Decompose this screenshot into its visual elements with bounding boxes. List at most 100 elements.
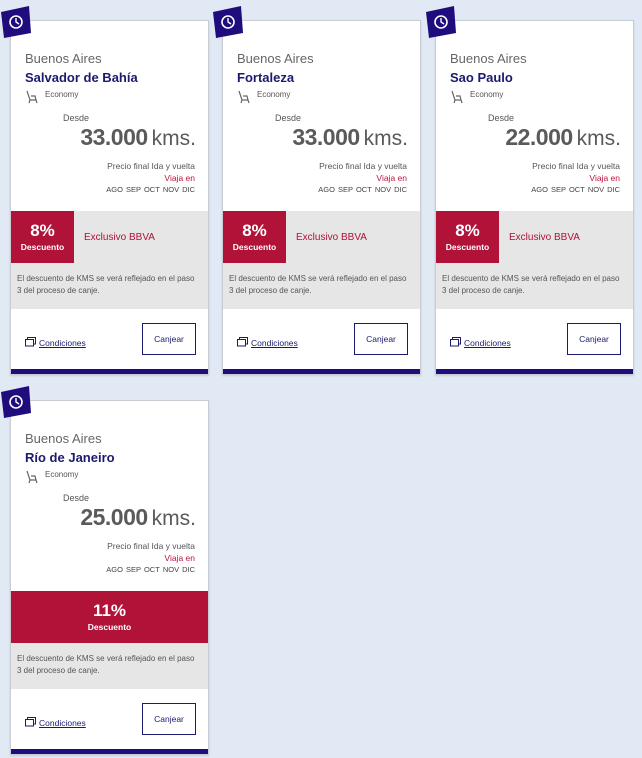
exclusive-label: Exclusivo BBVA — [84, 231, 155, 243]
offer-card-footer: Condiciones Canjear — [223, 309, 420, 369]
price-value: 33.000 — [292, 124, 360, 150]
seat-icon — [450, 89, 465, 109]
card-accent-bar — [436, 369, 633, 374]
month: NOV — [162, 185, 180, 194]
offer-badge-icon — [1, 386, 31, 418]
destination-city: Salvador de Bahía — [25, 70, 138, 85]
price-unit: kms. — [151, 507, 196, 530]
redeem-button[interactable]: Canjear — [567, 323, 621, 355]
price-value: 25.000 — [80, 504, 148, 530]
travel-months: AGO SEP OCT NOV DIC — [315, 185, 407, 194]
discount-row: 8% Descuento Exclusivo BBVA — [11, 211, 208, 263]
conditions-link-label[interactable]: Condiciones — [464, 338, 511, 348]
offer-card-footer: Condiciones Canjear — [11, 309, 208, 369]
document-icon — [450, 334, 464, 352]
origin-city: Buenos Aires — [450, 51, 527, 66]
offer-card-header: Buenos Aires Sao Paulo Economy Desde 22.… — [426, 6, 633, 211]
month: AGO — [106, 565, 123, 574]
month: NOV — [162, 565, 180, 574]
price-unit: kms. — [576, 127, 621, 150]
offer-card: Buenos Aires Salvador de Bahía Economy D… — [1, 6, 209, 375]
offer-badge-icon — [213, 6, 243, 38]
redeem-button[interactable]: Canjear — [142, 323, 196, 355]
redeem-button[interactable]: Canjear — [142, 703, 196, 735]
origin-city: Buenos Aires — [237, 51, 314, 66]
travel-months: AGO SEP OCT NOV DIC — [103, 565, 195, 574]
month: OCT — [355, 185, 372, 194]
month: SEP — [125, 185, 141, 194]
document-icon — [237, 334, 251, 352]
month: SEP — [125, 565, 141, 574]
discount-percent: 11% — [92, 601, 127, 620]
cabin-class: Economy — [450, 89, 503, 109]
discount-percent: 8% — [30, 221, 55, 240]
desde-label: Desde — [63, 113, 90, 123]
discount-label: Descuento — [445, 242, 490, 252]
price: 33.000 kms. — [292, 124, 408, 151]
conditions-link[interactable]: Condiciones — [237, 334, 298, 352]
conditions-link[interactable]: Condiciones — [25, 334, 86, 352]
cabin-class: Economy — [25, 469, 78, 489]
conditions-link-label[interactable]: Condiciones — [39, 718, 86, 728]
desde-label: Desde — [275, 113, 302, 123]
offer-card-header: Buenos Aires Salvador de Bahía Economy D… — [1, 6, 208, 211]
month: NOV — [587, 185, 605, 194]
discount-badge: 8% Descuento — [436, 211, 499, 263]
document-icon — [25, 334, 39, 352]
month: SEP — [550, 185, 566, 194]
price: 22.000 kms. — [505, 124, 621, 151]
month: OCT — [143, 185, 160, 194]
month: AGO — [106, 185, 123, 194]
discount-badge: 8% Descuento — [223, 211, 286, 263]
discount-label: Descuento — [20, 242, 65, 252]
price-final-label: Precio final Ida y vuelta — [107, 161, 195, 171]
discount-row: 8% Descuento Exclusivo BBVA — [223, 211, 420, 263]
card-accent-bar — [11, 369, 208, 374]
offer-card: Buenos Aires Fortaleza Economy Desde 33.… — [213, 6, 421, 375]
cabin-label: Economy — [45, 90, 79, 99]
travel-label: Viaja en — [164, 173, 195, 183]
cabin-class: Economy — [237, 89, 290, 109]
desde-label: Desde — [488, 113, 515, 123]
cabin-label: Economy — [45, 470, 79, 479]
seat-icon — [25, 89, 40, 109]
offer-card-footer: Condiciones Canjear — [11, 689, 208, 749]
discount-badge: 8% Descuento — [11, 211, 74, 263]
exclusive-label: Exclusivo BBVA — [509, 231, 580, 243]
price: 33.000 kms. — [80, 124, 196, 151]
conditions-link-label[interactable]: Condiciones — [251, 338, 298, 348]
discount-note: El descuento de KMS se verá reflejado en… — [11, 263, 208, 309]
offer-card-header: Buenos Aires Río de Janeiro Economy Desd… — [1, 386, 208, 591]
month: DIC — [607, 185, 620, 194]
card-accent-bar — [11, 749, 208, 754]
conditions-link-label[interactable]: Condiciones — [39, 338, 86, 348]
price-value: 22.000 — [505, 124, 573, 150]
discount-label: Descuento — [87, 622, 132, 632]
cabin-label: Economy — [470, 90, 504, 99]
exclusive-label: Exclusivo BBVA — [296, 231, 367, 243]
month: DIC — [182, 185, 195, 194]
month: OCT — [143, 565, 160, 574]
travel-label: Viaja en — [376, 173, 407, 183]
origin-city: Buenos Aires — [25, 51, 102, 66]
month: DIC — [182, 565, 195, 574]
travel-months: AGO SEP OCT NOV DIC — [528, 185, 620, 194]
offer-card: Buenos Aires Río de Janeiro Economy Desd… — [1, 386, 209, 755]
month: AGO — [531, 185, 548, 194]
discount-row: 8% Descuento Exclusivo BBVA — [436, 211, 633, 263]
travel-months: AGO SEP OCT NOV DIC — [103, 185, 195, 194]
seat-icon — [237, 89, 252, 109]
month: SEP — [337, 185, 353, 194]
destination-city: Sao Paulo — [450, 70, 513, 85]
conditions-link[interactable]: Condiciones — [25, 714, 86, 732]
discount-percent: 8% — [242, 221, 267, 240]
month: AGO — [318, 185, 335, 194]
cabin-label: Economy — [257, 90, 291, 99]
desde-label: Desde — [63, 493, 90, 503]
redeem-button[interactable]: Canjear — [354, 323, 408, 355]
discount-note: El descuento de KMS se verá reflejado en… — [11, 643, 208, 689]
month: DIC — [394, 185, 407, 194]
destination-city: Río de Janeiro — [25, 450, 115, 465]
conditions-link[interactable]: Condiciones — [450, 334, 511, 352]
price-unit: kms. — [151, 127, 196, 150]
